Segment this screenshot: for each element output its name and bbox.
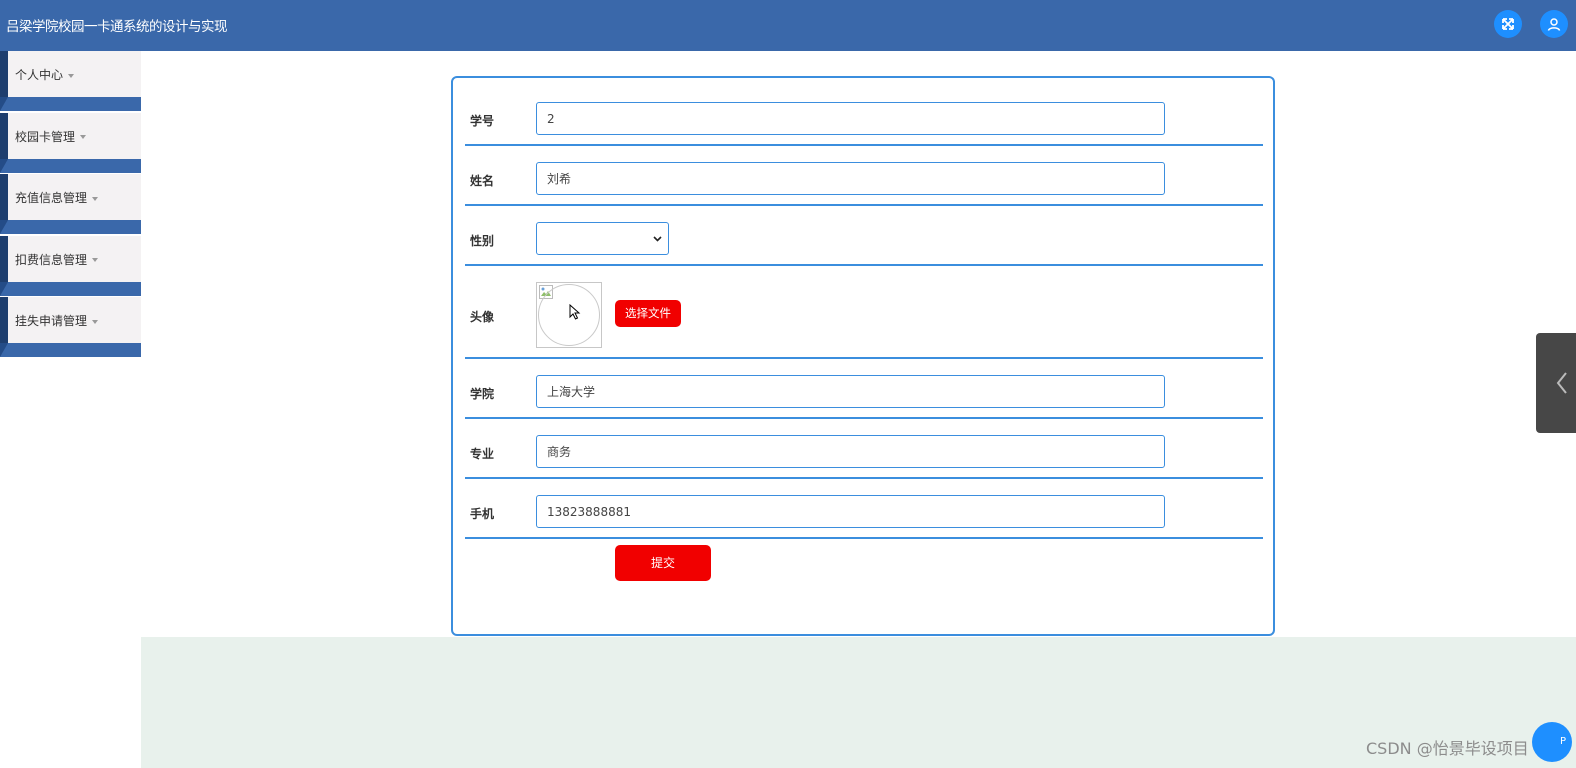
sidebar-item-label: 校园卡管理 — [15, 128, 87, 145]
fullscreen-button[interactable] — [1494, 10, 1522, 38]
submit-button[interactable]: 提交 — [615, 545, 711, 581]
field-label: 手机 — [470, 507, 495, 521]
csdn-watermark: CSDN @怡景毕设项目 — [1366, 739, 1529, 758]
sidebar-item-personal-center[interactable]: 个人中心 — [0, 51, 141, 97]
form-row-college: 学院 — [465, 359, 1263, 419]
profile-form: 学号 姓名 性别 头像 选择文件 学院 — [451, 76, 1275, 636]
sidebar-divider — [0, 220, 141, 234]
user-icon — [1547, 18, 1561, 31]
sidebar-divider — [0, 158, 141, 173]
field-label: 专业 — [470, 447, 495, 461]
field-label: 姓名 — [470, 174, 495, 188]
gender-select[interactable] — [536, 222, 669, 255]
sidebar-group-recharge: 充值信息管理 — [0, 174, 141, 236]
phone-input[interactable] — [536, 495, 1165, 528]
user-button[interactable] — [1540, 10, 1568, 38]
floating-action-button[interactable]: P — [1532, 722, 1572, 762]
top-header-bar: 吕梁学院校园一卡通系统的设计与实现 — [0, 0, 1576, 51]
sidebar-item-label: 个人中心 — [15, 66, 75, 83]
sidebar-item-label: 扣费信息管理 — [15, 251, 99, 268]
field-label: 学号 — [470, 114, 495, 128]
form-row-name: 姓名 — [465, 146, 1263, 206]
field-label: 学院 — [470, 387, 495, 401]
sidebar-divider — [0, 343, 141, 357]
form-row-major: 专业 — [465, 419, 1263, 479]
major-input[interactable] — [536, 435, 1165, 468]
mouse-cursor-icon — [569, 304, 581, 320]
sidebar-group-loss-report: 挂失申请管理 — [0, 297, 141, 359]
sidebar-divider — [0, 281, 141, 296]
field-label: 头像 — [470, 310, 495, 324]
sidebar-item-campus-card[interactable]: 校园卡管理 — [0, 112, 141, 159]
student-id-input[interactable] — [536, 102, 1165, 135]
sidebar-item-label: 充值信息管理 — [15, 189, 99, 206]
caret-down-icon — [80, 135, 87, 139]
sidebar-item-recharge[interactable]: 充值信息管理 — [0, 174, 141, 220]
sidebar-group-deduction: 扣费信息管理 — [0, 235, 141, 298]
sidebar-group-personal-center: 个人中心 — [0, 51, 141, 113]
form-row-phone: 手机 — [465, 479, 1263, 539]
field-label: 性别 — [470, 234, 495, 248]
chevron-down-icon — [653, 236, 662, 242]
choose-file-button[interactable]: 选择文件 — [615, 300, 681, 327]
avatar-preview — [536, 282, 602, 348]
side-drawer-toggle[interactable] — [1536, 333, 1576, 433]
name-input[interactable] — [536, 162, 1165, 195]
sidebar-group-campus-card: 校园卡管理 — [0, 112, 141, 175]
app-title: 吕梁学院校园一卡通系统的设计与实现 — [6, 19, 228, 35]
sidebar-item-deduction[interactable]: 扣费信息管理 — [0, 235, 141, 282]
sidebar-divider — [0, 97, 141, 111]
sidebar-item-loss-report[interactable]: 挂失申请管理 — [0, 297, 141, 343]
caret-down-icon — [92, 258, 99, 262]
form-row-student-id: 学号 — [465, 78, 1263, 146]
caret-down-icon — [68, 73, 75, 78]
caret-down-icon — [92, 196, 99, 201]
form-row-avatar: 头像 选择文件 — [465, 266, 1263, 359]
chevron-left-icon — [1556, 372, 1567, 394]
caret-down-icon — [92, 319, 99, 324]
sidebar-item-label: 挂失申请管理 — [15, 312, 99, 329]
form-row-gender: 性别 — [465, 206, 1263, 266]
footer-band — [141, 637, 1576, 768]
fullscreen-icon — [1502, 18, 1514, 30]
college-input[interactable] — [536, 375, 1165, 408]
sidebar-menu: 个人中心 校园卡管理 充值信息管理 扣费信息管理 挂失申请管理 — [0, 51, 141, 359]
